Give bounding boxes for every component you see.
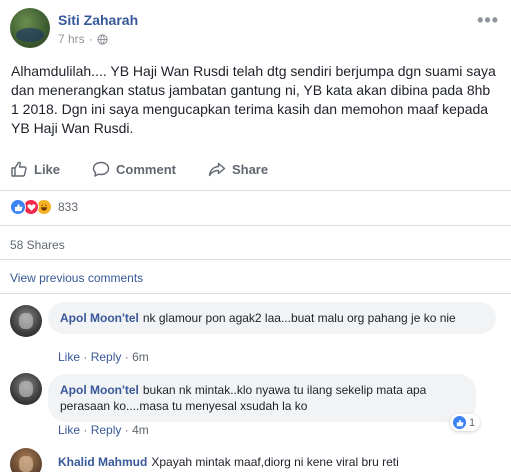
commenter-name[interactable]: Apol Moon'tel <box>60 383 139 397</box>
comment-bubble: Apol Moon'tel bukan nk mintak..klo nyawa … <box>48 374 476 422</box>
comment-label: Comment <box>116 161 176 177</box>
post-actions-bar: Like Comment Share <box>10 154 501 184</box>
comment-reply-link[interactable]: Reply <box>91 423 122 437</box>
commenter-avatar[interactable] <box>10 448 42 472</box>
comment-actions: Like · Reply · 6m <box>58 350 149 364</box>
comment-like-link[interactable]: Like <box>58 423 80 437</box>
facebook-post: Siti Zaharah 7 hrs · ••• Alhamdulilah...… <box>0 0 511 472</box>
comment-time[interactable]: 4m <box>132 423 149 437</box>
share-icon <box>208 162 226 177</box>
comment-dot: · <box>124 350 129 364</box>
comment-like-link[interactable]: Like <box>58 350 80 364</box>
share-button[interactable]: Share <box>208 160 268 178</box>
comment-row: Khalid Mahmud Xpayah mintak maaf,diorg ni… <box>58 455 399 469</box>
reaction-count: 833 <box>58 200 79 214</box>
divider <box>0 190 511 191</box>
globe-icon[interactable] <box>97 33 108 45</box>
more-options-icon[interactable]: ••• <box>477 10 499 31</box>
commenter-avatar[interactable] <box>10 373 42 405</box>
commenter-avatar[interactable] <box>10 305 42 337</box>
divider <box>0 225 511 226</box>
thumbs-up-icon <box>11 161 27 177</box>
comment-bubble: Apol Moon'tel nk glamour pon agak2 laa...… <box>48 302 496 334</box>
like-label: Like <box>34 161 61 177</box>
divider <box>0 259 511 260</box>
comment-like-count: 1 <box>469 416 476 429</box>
comment-time[interactable]: 6m <box>132 350 149 364</box>
author-avatar[interactable] <box>10 8 50 48</box>
commenter-name[interactable]: Apol Moon'tel <box>60 311 139 325</box>
like-reaction-icon <box>453 416 466 429</box>
reactions-summary[interactable]: 833 <box>10 199 78 215</box>
comment-text: Xpayah mintak maaf,diorg ni kene viral b… <box>151 455 399 469</box>
comment-dot: · <box>83 423 88 437</box>
like-reaction-icon <box>10 199 26 215</box>
shares-count[interactable]: 58 Shares <box>10 238 65 252</box>
view-previous-comments-link[interactable]: View previous comments <box>10 271 143 285</box>
post-text: Alhamdulilah.... YB Haji Wan Rusdi telah… <box>11 63 496 136</box>
divider <box>0 293 511 294</box>
comment-like-badge[interactable]: 1 <box>450 414 481 431</box>
comment-reply-link[interactable]: Reply <box>91 350 122 364</box>
comment-icon <box>92 161 110 177</box>
post-time[interactable]: 7 hrs <box>58 32 85 46</box>
share-label: Share <box>231 161 269 177</box>
comment-dot: · <box>83 350 88 364</box>
comment-dot: · <box>124 423 129 437</box>
comment-text: nk glamour pon agak2 laa...buat malu org… <box>142 311 456 325</box>
comment-button[interactable]: Comment <box>92 160 176 178</box>
meta-separator: · <box>88 32 93 46</box>
like-button[interactable]: Like <box>10 160 60 178</box>
comment-actions: Like · Reply · 4m <box>58 423 149 437</box>
post-meta: 7 hrs · <box>58 32 108 46</box>
author-name[interactable]: Siti Zaharah <box>58 12 138 28</box>
commenter-name[interactable]: Khalid Mahmud <box>58 455 147 469</box>
